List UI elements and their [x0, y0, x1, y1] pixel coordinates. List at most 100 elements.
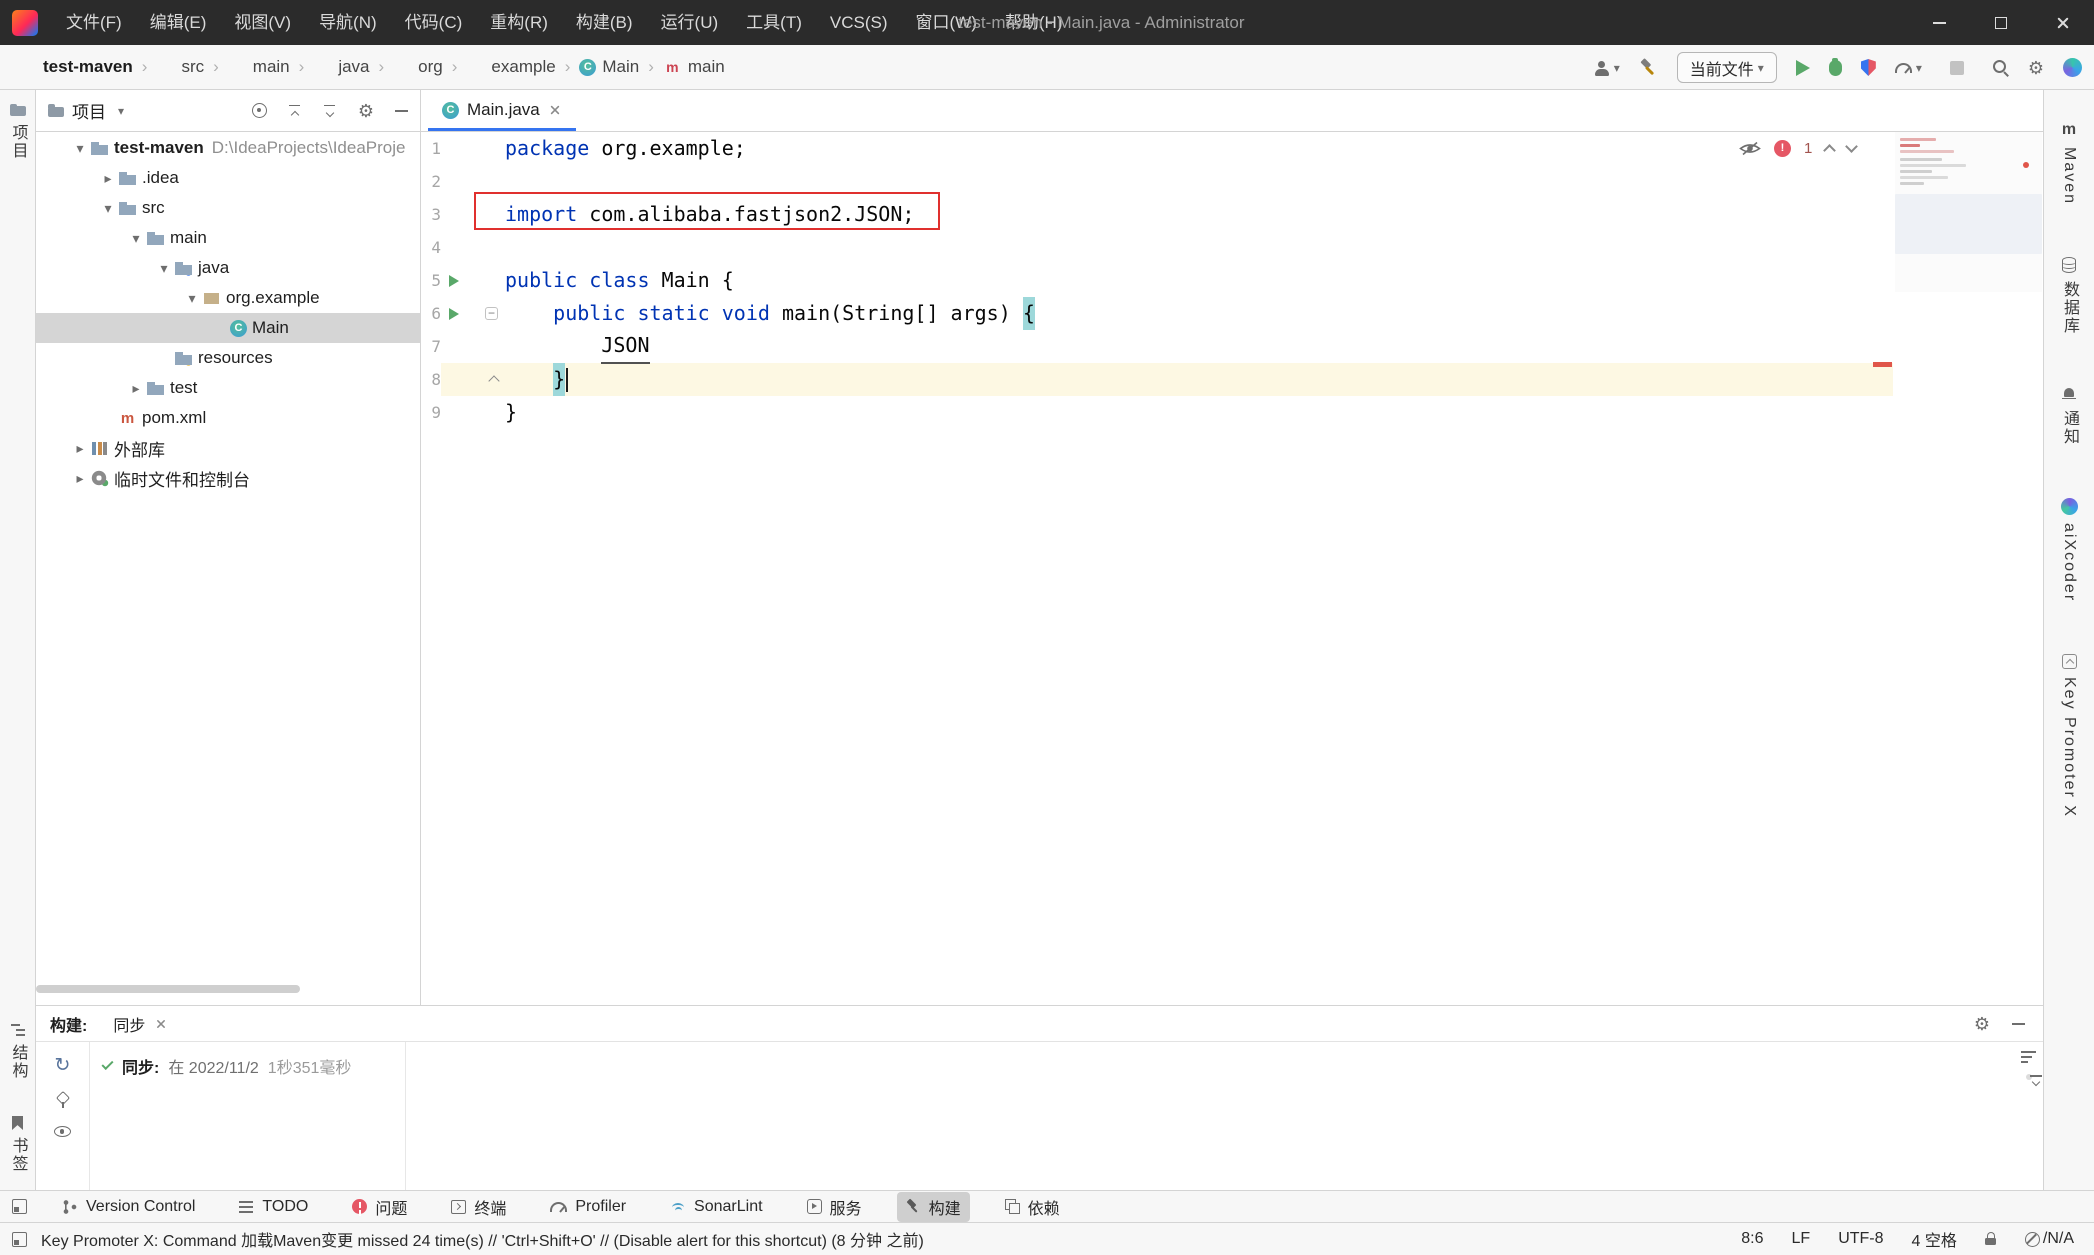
- breadcrumb-item[interactable]: org: [393, 57, 466, 77]
- caret-position[interactable]: 8:6: [1741, 1230, 1763, 1248]
- code-line[interactable]: 1 package org.example;: [421, 132, 1893, 165]
- run-gutter[interactable]: [441, 264, 467, 297]
- highlight-level-eye-icon[interactable]: [1739, 141, 1761, 156]
- bottom-tab[interactable]: TODO: [230, 1195, 317, 1219]
- fold-gutter-icon[interactable]: [467, 198, 505, 231]
- fold-gutter-icon[interactable]: [467, 330, 505, 363]
- expand-all-icon[interactable]: [288, 104, 302, 118]
- bottom-tab[interactable]: 服务: [798, 1192, 871, 1222]
- tree-item[interactable]: C Main: [36, 313, 420, 343]
- menu-item[interactable]: VCS(S): [816, 0, 902, 45]
- run-gutter[interactable]: [441, 297, 467, 330]
- tree-chevron-icon[interactable]: [182, 290, 202, 307]
- run-gutter[interactable]: [441, 165, 467, 198]
- locate-file-icon[interactable]: [252, 103, 267, 118]
- status-message[interactable]: Key Promoter X: Command 加载Maven变更 missed…: [41, 1227, 924, 1251]
- breadcrumb-item[interactable]: src: [156, 57, 227, 77]
- rerun-sync-icon[interactable]: ↻: [55, 1056, 71, 1075]
- run-gutter[interactable]: [441, 231, 467, 264]
- run-gutter[interactable]: [441, 396, 467, 429]
- tree-item[interactable]: 外部库: [36, 433, 420, 463]
- tree-item[interactable]: test-maven D:\IdeaProjects\IdeaProje: [36, 133, 420, 163]
- tab-close-icon[interactable]: [549, 104, 560, 115]
- toolwindow-switcher-icon[interactable]: [12, 1199, 27, 1214]
- inspections-widget[interactable]: ! 1: [1739, 140, 1856, 157]
- bottom-tab[interactable]: Version Control: [53, 1195, 204, 1219]
- bottom-tab[interactable]: 终端: [442, 1192, 515, 1222]
- run-button[interactable]: [1796, 60, 1810, 76]
- code-line[interactable]: 9 }: [421, 396, 1893, 429]
- collapse-all-icon[interactable]: [323, 104, 337, 118]
- plugin-button[interactable]: [2063, 58, 2082, 77]
- menu-item[interactable]: 构建(B): [562, 0, 647, 45]
- fold-gutter-icon[interactable]: [467, 396, 505, 429]
- scroll-to-end-button[interactable]: [2026, 1074, 2032, 1080]
- code-line[interactable]: 3 import com.alibaba.fastjson2.JSON;: [421, 198, 1893, 231]
- tree-item[interactable]: .idea: [36, 163, 420, 193]
- bottom-tab[interactable]: SonarLint: [661, 1195, 772, 1219]
- horizontal-scrollbar[interactable]: [36, 985, 300, 993]
- hide-build-panel-icon[interactable]: [2012, 1023, 2025, 1025]
- menu-item[interactable]: 重构(R): [476, 0, 562, 45]
- toolwindow-tab-right[interactable]: aiXcoder: [2060, 481, 2078, 611]
- error-stripe-mark[interactable]: [1873, 362, 1892, 367]
- tree-item[interactable]: 临时文件和控制台: [36, 463, 420, 493]
- bottom-tab[interactable]: 构建: [897, 1192, 970, 1222]
- close-button[interactable]: [2032, 0, 2094, 45]
- memory-indicator[interactable]: /N/A: [2025, 1230, 2074, 1248]
- fold-gutter-icon[interactable]: [467, 297, 505, 330]
- minimap[interactable]: [1895, 132, 2042, 292]
- debug-button[interactable]: [1829, 60, 1842, 76]
- editor-body[interactable]: 1 package org.example; 2 3: [421, 132, 2043, 1004]
- pin-icon[interactable]: [56, 1092, 70, 1109]
- settings-button[interactable]: ⚙: [2028, 59, 2044, 77]
- run-gutter[interactable]: [441, 330, 467, 363]
- toolwindow-tab-structure[interactable]: 结构: [0, 1014, 35, 1089]
- menu-item[interactable]: 导航(N): [305, 0, 391, 45]
- menu-item[interactable]: 代码(C): [391, 0, 477, 45]
- toolwindow-tab-bookmarks[interactable]: 书签: [0, 1107, 35, 1182]
- tree-chevron-icon[interactable]: [126, 230, 146, 247]
- build-project-button[interactable]: [1639, 58, 1658, 77]
- tree-item[interactable]: src: [36, 193, 420, 223]
- readonly-lock-icon[interactable]: [1985, 1232, 1997, 1246]
- tree-chevron-icon[interactable]: [98, 200, 118, 217]
- tree-item[interactable]: java: [36, 253, 420, 283]
- toolwindow-tab-right[interactable]: 通知: [2057, 370, 2081, 455]
- menu-item[interactable]: 运行(U): [647, 0, 733, 45]
- run-gutter[interactable]: [441, 198, 467, 231]
- menu-item[interactable]: 编辑(E): [136, 0, 221, 45]
- code-line[interactable]: 2: [421, 165, 1893, 198]
- fold-gutter-icon[interactable]: [467, 363, 505, 396]
- bottom-tab[interactable]: 依赖: [996, 1192, 1069, 1222]
- breadcrumb-item[interactable]: C Main: [579, 57, 663, 77]
- indent-style[interactable]: 4 空格: [1912, 1227, 1957, 1251]
- run-gutter[interactable]: [441, 132, 467, 165]
- view-options-eye-icon[interactable]: [54, 1126, 71, 1137]
- toolwindow-tab-project[interactable]: 项目: [0, 94, 35, 169]
- toolwindow-tab-right[interactable]: 数据库: [2057, 240, 2081, 344]
- tree-chevron-icon[interactable]: [70, 140, 90, 157]
- breadcrumb-item[interactable]: main: [228, 57, 314, 77]
- tree-chevron-icon[interactable]: [154, 260, 174, 277]
- fold-gutter-icon[interactable]: [467, 165, 505, 198]
- menu-item[interactable]: 视图(V): [220, 0, 305, 45]
- status-switcher-icon[interactable]: [12, 1232, 27, 1247]
- run-gutter-icon[interactable]: [449, 275, 459, 287]
- breadcrumb-item[interactable]: m main: [663, 57, 725, 77]
- tree-item[interactable]: m pom.xml: [36, 403, 420, 433]
- tree-item[interactable]: resources: [36, 343, 420, 373]
- file-encoding[interactable]: UTF-8: [1838, 1230, 1883, 1248]
- tree-chevron-icon[interactable]: [70, 440, 90, 457]
- tab-close-icon[interactable]: [156, 1018, 167, 1029]
- soft-wrap-icon[interactable]: [2021, 1050, 2037, 1064]
- fold-gutter-icon[interactable]: [467, 132, 505, 165]
- run-gutter-icon[interactable]: [449, 308, 459, 320]
- build-settings-gear-icon[interactable]: ⚙: [1974, 1015, 1990, 1033]
- tree-item[interactable]: test: [36, 373, 420, 403]
- fold-gutter-icon[interactable]: [467, 231, 505, 264]
- bottom-tab[interactable]: Profiler: [541, 1195, 635, 1219]
- project-panel-title[interactable]: 项目 ▾: [48, 98, 124, 123]
- maximize-button[interactable]: [1970, 0, 2032, 45]
- next-problem-icon[interactable]: [1845, 140, 1858, 153]
